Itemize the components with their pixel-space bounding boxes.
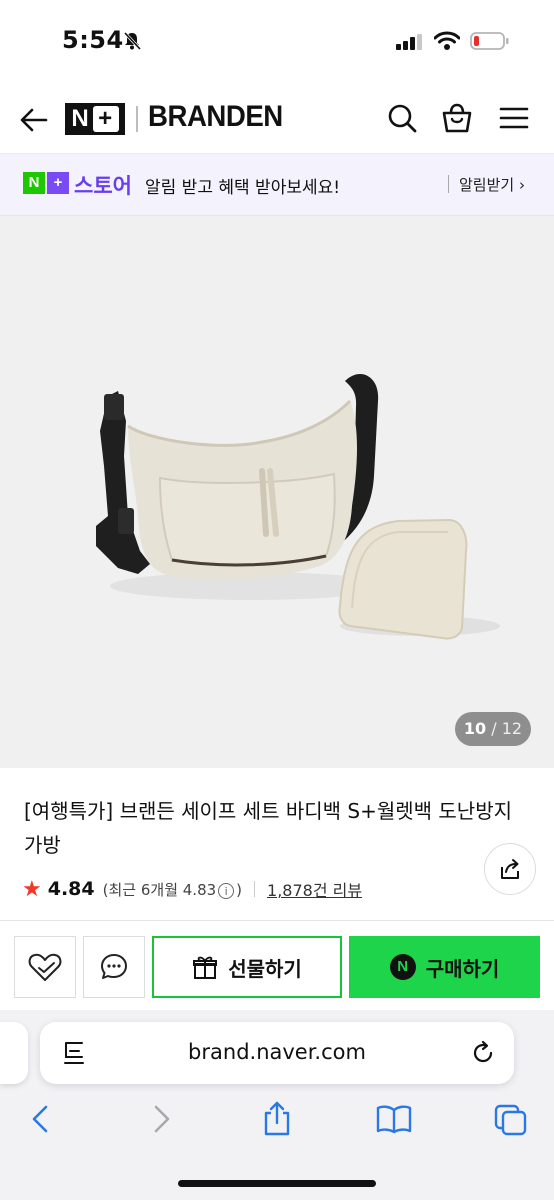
buy-button[interactable]: N 구매하기 [349, 936, 540, 998]
browser-toolbar: brand.naver.com [0, 1010, 554, 1200]
app-header: N + BRANDEN [0, 84, 554, 154]
naver-plus-logo[interactable]: N + [65, 103, 125, 135]
naver-pay-icon: N [389, 954, 416, 980]
tabs-icon[interactable] [494, 1104, 528, 1136]
buy-label: 구매하기 [425, 956, 500, 981]
star-icon: ★ [22, 876, 42, 902]
info-icon[interactable]: i [218, 883, 235, 899]
get-alerts-link[interactable]: 알림받기 › [459, 174, 525, 195]
product-rating: ★ 4.84 (최근 6개월 4.83 i) 1,878건 리뷰 [22, 876, 362, 902]
silent-bell-icon [123, 31, 142, 51]
chat-button[interactable] [83, 936, 145, 998]
menu-icon[interactable] [498, 102, 530, 134]
heart-check-icon [28, 953, 62, 981]
forward-chevron-icon[interactable] [148, 1104, 174, 1134]
shopping-bag-icon[interactable] [441, 102, 473, 134]
home-indicator[interactable] [178, 1180, 376, 1187]
product-title: [여행특가] 브랜든 세이프 세트 바디백 S+월렛백 도난방지 가방 [24, 799, 513, 857]
back-arrow-icon[interactable] [18, 104, 50, 136]
share-sheet-icon[interactable] [262, 1100, 292, 1136]
store-label: 스토어 [74, 174, 132, 198]
reload-icon[interactable] [470, 1040, 496, 1066]
recent-rating: (최근 6개월 4.83 i) [102, 880, 243, 899]
share-button[interactable] [484, 843, 536, 895]
address-bar[interactable]: brand.naver.com [40, 1022, 514, 1084]
store-alert-banner[interactable]: N + 스토어 알림 받고 혜택 받아보세요! 알림받기 › [0, 154, 554, 216]
gift-button[interactable]: 선물하기 [152, 936, 342, 998]
brand-name[interactable]: BRANDEN [148, 100, 283, 134]
status-bar: 5:54 [0, 0, 554, 84]
back-chevron-icon[interactable] [28, 1104, 54, 1134]
battery-icon [470, 32, 509, 50]
share-icon [501, 859, 519, 879]
chat-bubble-icon [101, 954, 127, 979]
wishlist-button[interactable] [14, 936, 76, 998]
search-icon[interactable] [386, 102, 418, 134]
product-image-gallery[interactable]: 10 / 12 [0, 216, 554, 768]
image-counter: 10 / 12 [455, 712, 531, 746]
product-photo [96, 373, 500, 640]
cellular-signal-icon [396, 34, 422, 50]
rating-score: 4.84 [47, 878, 95, 900]
banner-message: 알림 받고 혜택 받아보세요! [145, 178, 341, 198]
url-text: brand.naver.com [188, 1040, 366, 1064]
gift-label: 선물하기 [228, 956, 302, 981]
reviews-link[interactable]: 1,878건 리뷰 [267, 877, 362, 901]
wifi-icon [434, 31, 460, 50]
status-time: 5:54 [62, 26, 124, 54]
gift-icon [193, 956, 218, 979]
naver-plus-store-logo: N + [23, 172, 69, 194]
rating-divider [254, 881, 256, 897]
logo-divider [136, 106, 138, 132]
previous-tab-preview[interactable] [0, 1022, 28, 1084]
purchase-action-bar: 선물하기 N 구매하기 [0, 920, 554, 1020]
banner-divider [448, 175, 449, 193]
bookmarks-icon[interactable] [376, 1104, 412, 1134]
